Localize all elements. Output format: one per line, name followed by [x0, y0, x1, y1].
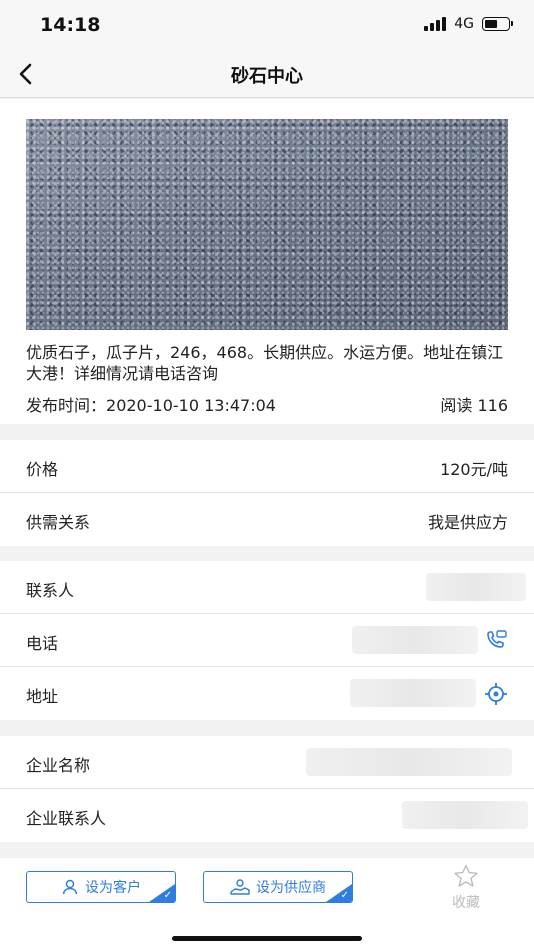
check-icon: ✓ [163, 890, 172, 901]
set-supplier-button[interactable]: 设为供应商 ✓ [203, 871, 353, 903]
supplier-icon [230, 879, 250, 895]
price-row: 价格 120元/吨 [0, 440, 534, 493]
price-value: 120元/吨 [440, 460, 508, 479]
status-bar: 14:18 4G [0, 0, 534, 50]
person-icon [62, 879, 78, 895]
address-label: 地址 [26, 687, 59, 706]
home-indicator [172, 936, 362, 941]
set-customer-label: 设为客户 [85, 880, 141, 896]
company-contact-label: 企业联系人 [26, 809, 107, 828]
gravel-photo[interactable] [26, 119, 508, 330]
company-contact-value-hidden [402, 801, 528, 829]
phone-call-icon[interactable] [484, 629, 508, 653]
company-name-value-hidden [306, 748, 512, 776]
read-label: 阅读 [440, 396, 473, 415]
publish-label: 发布时间： [26, 396, 107, 415]
info-group: 价格 120元/吨 供需关系 我是供应方 [0, 440, 534, 546]
read-count: 116 [477, 396, 508, 415]
set-customer-button[interactable]: 设为客户 ✓ [26, 871, 176, 903]
read-info: 阅读 116 [440, 392, 508, 416]
page-title: 砂石中心 [231, 66, 303, 87]
company-group: 企业名称 企业联系人 [0, 736, 534, 842]
publish-time: 2020-10-10 13:47:04 [106, 396, 276, 415]
set-supplier-label: 设为供应商 [256, 880, 326, 896]
company-name-row: 企业名称 [0, 736, 534, 789]
publish-info: 发布时间：2020-10-10 13:47:04 [26, 392, 276, 416]
check-icon: ✓ [340, 890, 349, 901]
phone-value-hidden [352, 626, 478, 654]
listing-meta: 发布时间：2020-10-10 13:47:04 阅读 116 [26, 392, 508, 416]
status-time: 14:18 [40, 14, 101, 36]
phone-label: 电话 [26, 634, 59, 653]
company-name-label: 企业名称 [26, 756, 91, 775]
relation-row: 供需关系 我是供应方 [0, 493, 534, 546]
favorite-label: 收藏 [452, 895, 480, 911]
relation-label: 供需关系 [26, 513, 91, 532]
network-type: 4G [454, 16, 474, 32]
phone-row[interactable]: 电话 [0, 614, 534, 667]
listing-card: 优质石子，瓜子片，246，468。长期供应。水运方便。地址在镇江大港！详细情况请… [0, 99, 534, 424]
listing-description: 优质石子，瓜子片，246，468。长期供应。水运方便。地址在镇江大港！详细情况请… [26, 343, 504, 383]
contact-person-row: 联系人 [0, 561, 534, 614]
relation-value: 我是供应方 [427, 513, 508, 532]
locate-icon[interactable] [484, 682, 508, 706]
contact-person-value-hidden [426, 573, 526, 601]
contact-person-label: 联系人 [26, 581, 75, 600]
address-value-hidden [350, 679, 476, 707]
star-icon [454, 864, 478, 887]
battery-icon [482, 17, 513, 31]
favorite-button[interactable]: 收藏 [446, 864, 486, 912]
status-icons: 4G [424, 16, 513, 32]
address-row[interactable]: 地址 [0, 667, 534, 720]
signal-icon [424, 17, 447, 31]
company-contact-row: 企业联系人 [0, 789, 534, 842]
contact-group: 联系人 电话 地址 [0, 561, 534, 720]
price-label: 价格 [26, 460, 59, 479]
nav-bar: 砂石中心 [0, 50, 534, 98]
